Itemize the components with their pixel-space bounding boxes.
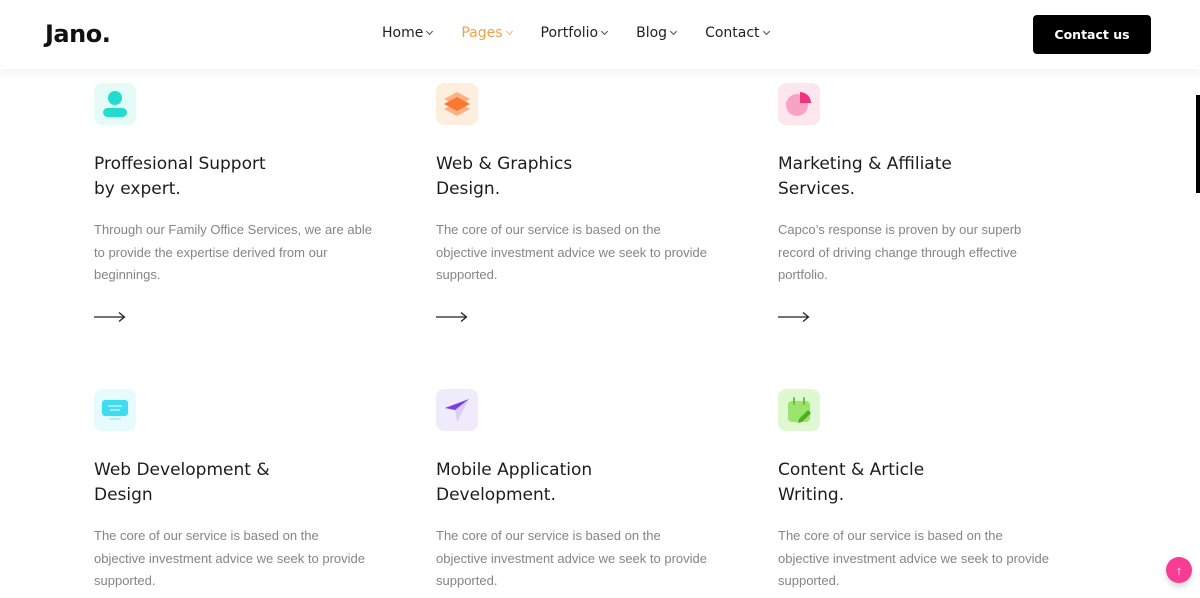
service-card: Web & Graphics Design. The core of our s…: [436, 83, 736, 323]
arrow-right-icon[interactable]: [94, 311, 126, 323]
service-card: Content & Article Writing. The core of o…: [778, 389, 1078, 593]
scroll-to-top-button[interactable]: ↑: [1166, 557, 1192, 583]
layers-icon: [436, 83, 478, 125]
chevron-down-icon: [601, 27, 609, 36]
service-card: Marketing & Affiliate Services. Capco’s …: [778, 83, 1078, 323]
service-description: Through our Family Office Services, we a…: [94, 222, 372, 282]
service-title: Proffesional Support by expert.: [94, 154, 266, 199]
arrow-right-icon[interactable]: [436, 311, 468, 323]
nav-item-label: Home: [382, 25, 424, 41]
chevron-down-icon: [670, 27, 678, 36]
notepad-icon: [778, 389, 820, 431]
nav-item-pages[interactable]: Pages: [461, 25, 513, 41]
send-icon: [436, 389, 478, 431]
pie-chart-icon: [778, 83, 820, 125]
nav-item-home[interactable]: Home: [382, 25, 434, 41]
service-card: Mobile Application Development. The core…: [436, 389, 736, 593]
service-title: Marketing & Affiliate Services.: [778, 154, 952, 199]
nav-item-label: Portfolio: [540, 25, 599, 41]
arrow-right-icon[interactable]: [778, 311, 810, 323]
contact-us-button[interactable]: Contact us: [1033, 15, 1151, 54]
chevron-down-icon: [426, 27, 434, 36]
nav-item-contact[interactable]: Contact: [705, 25, 770, 41]
service-title: Content & Article Writing.: [778, 460, 925, 505]
scrollbar-thumb[interactable]: [1196, 95, 1200, 193]
logo[interactable]: Jano.: [45, 20, 111, 48]
service-description: The core of our service is based on the …: [94, 528, 365, 588]
service-description: The core of our service is based on the …: [778, 528, 1049, 588]
nav-item-label: Pages: [461, 25, 503, 41]
service-description: The core of our service is based on the …: [436, 528, 707, 588]
monitor-icon: [94, 389, 136, 431]
nav-item-label: Blog: [636, 25, 668, 41]
nav-item-blog[interactable]: Blog: [636, 25, 678, 41]
arrow-up-icon: ↑: [1175, 562, 1183, 578]
chevron-down-icon: [762, 27, 770, 36]
nav-item-portfolio[interactable]: Portfolio: [540, 25, 609, 41]
service-title: Mobile Application Development.: [436, 460, 593, 505]
chevron-down-icon: [505, 27, 513, 36]
nav-item-label: Contact: [705, 25, 760, 41]
main-nav: Home Pages Portfolio Blog Contact: [382, 25, 798, 41]
service-title: Web Development & Design: [94, 460, 270, 505]
service-description: The core of our service is based on the …: [436, 222, 707, 282]
service-title: Web & Graphics Design.: [436, 154, 573, 199]
user-icon: [94, 83, 136, 125]
service-card: Proffesional Support by expert. Through …: [94, 83, 394, 323]
site-header: Jano. Home Pages Portfolio Blog Contact …: [0, 0, 1200, 69]
service-description: Capco’s response is proven by our superb…: [778, 222, 1022, 282]
service-card: Web Development & Design The core of our…: [94, 389, 394, 593]
